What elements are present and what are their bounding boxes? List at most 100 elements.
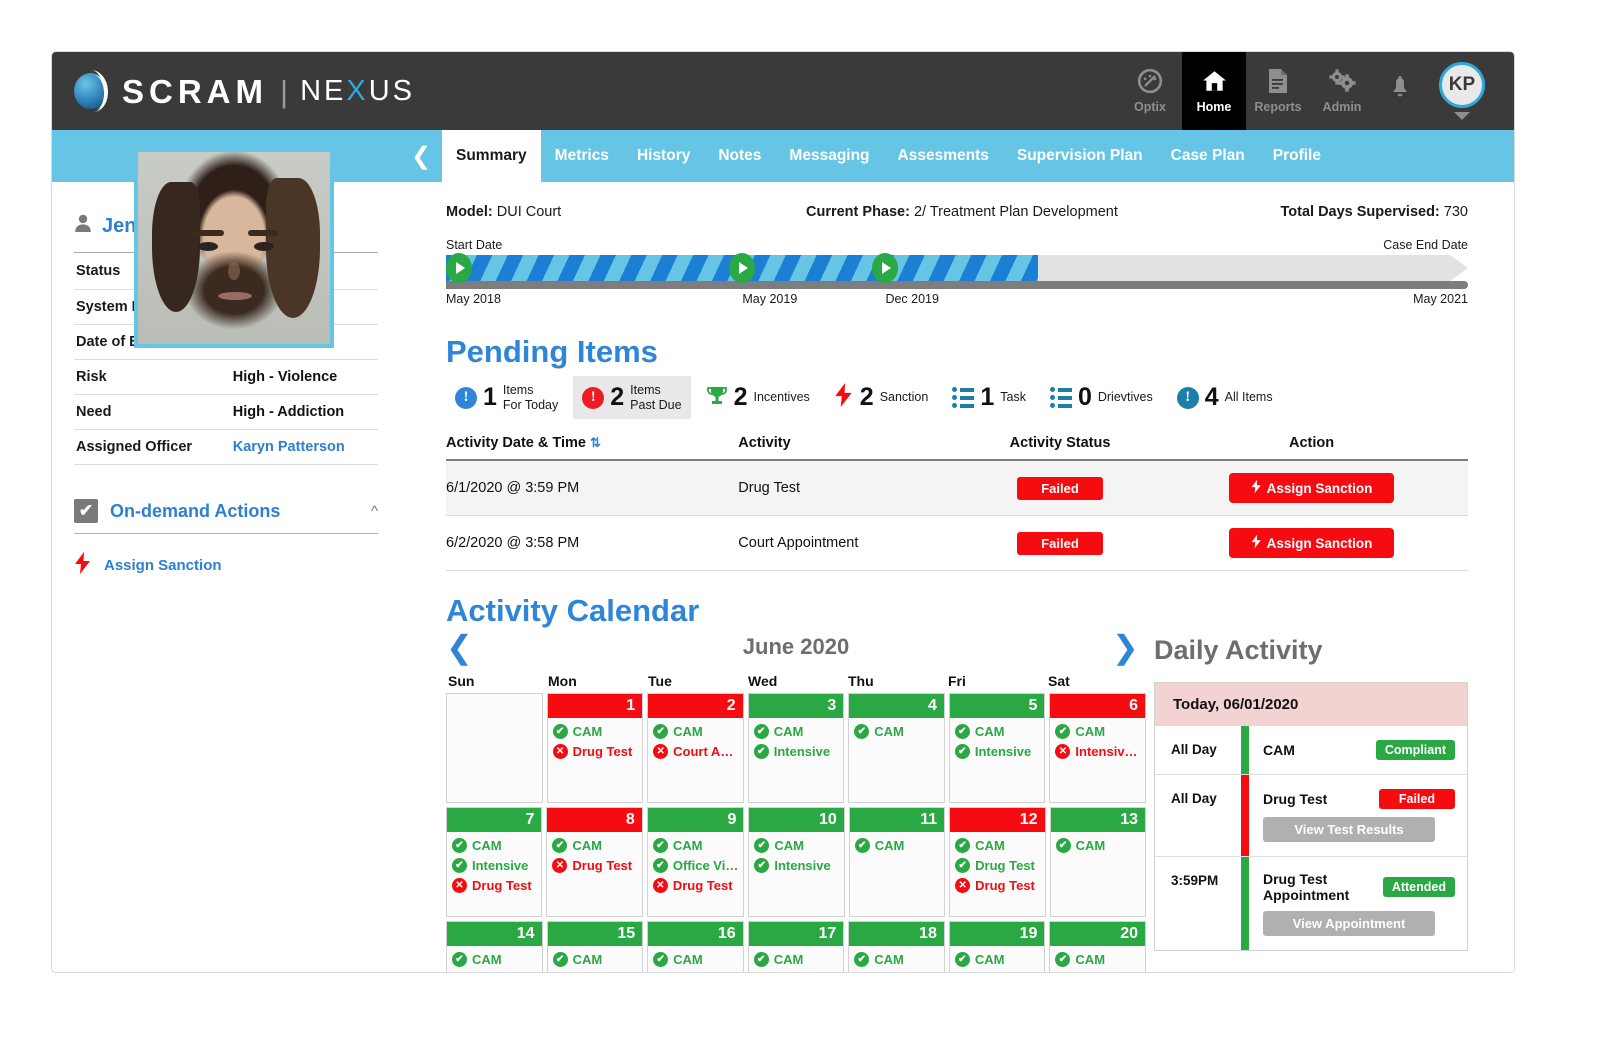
sort-icon[interactable]: ⇅ xyxy=(590,435,601,450)
tab-summary[interactable]: Summary xyxy=(442,130,541,182)
nav-item-admin[interactable]: Admin xyxy=(1310,52,1374,130)
tab-messaging[interactable]: Messaging xyxy=(775,130,883,182)
tab-history[interactable]: History xyxy=(623,130,704,182)
tab-supervision-plan[interactable]: Supervision Plan xyxy=(1003,130,1157,182)
calendar-event-label: CAM xyxy=(875,838,905,853)
calendar-day[interactable]: 7✔CAM✔Intensive✕Drug Test xyxy=(446,807,542,917)
assign-sanction-button[interactable]: Assign Sanction xyxy=(1229,473,1395,503)
check-circle-icon: ✔ xyxy=(754,838,769,853)
calendar-day[interactable]: 1✔CAM✕Drug Test xyxy=(547,693,644,803)
calendar-day[interactable]: 17✔CAM xyxy=(748,921,845,972)
tab-metrics[interactable]: Metrics xyxy=(541,130,623,182)
calendar-event[interactable]: ✕Intensiv… xyxy=(1055,744,1140,759)
calendar-day[interactable]: 19✔CAM xyxy=(949,921,1046,972)
calendar-event[interactable]: ✔Office Vi… xyxy=(653,858,739,873)
tab-case-plan[interactable]: Case Plan xyxy=(1157,130,1259,182)
calendar-event[interactable]: ✕Court A… xyxy=(653,744,738,759)
calendar-event[interactable]: ✔CAM xyxy=(553,952,638,967)
nav-item-home[interactable]: Home xyxy=(1182,52,1246,130)
activity-calendar-header: Activity Calendar xyxy=(400,571,1514,629)
calendar-event[interactable]: ✔CAM xyxy=(1055,724,1140,739)
calendar-event[interactable]: ✔CAM xyxy=(552,838,636,853)
tab-profile[interactable]: Profile xyxy=(1259,130,1335,182)
daily-activity-action-button[interactable]: View Test Results xyxy=(1263,817,1435,842)
stat-filter-incentives[interactable]: 2Incentives xyxy=(697,378,819,418)
calendar-day[interactable]: 15✔CAM xyxy=(547,921,644,972)
chevron-right-icon[interactable]: ❯ xyxy=(1112,631,1146,663)
calendar-event[interactable]: ✕Drug Test xyxy=(553,744,638,759)
assign-sanction-button[interactable]: Assign Sanction xyxy=(1229,528,1395,558)
calendar-event[interactable]: ✔CAM xyxy=(452,838,536,853)
on-demand-actions-header[interactable]: ✔ On-demand Actions ^ xyxy=(74,499,378,523)
calendar-event[interactable]: ✔CAM xyxy=(854,952,939,967)
calendar-day[interactable]: 14✔CAM xyxy=(446,921,543,972)
on-demand-action-item[interactable]: Assign Sanction xyxy=(74,548,378,583)
col-activity-status[interactable]: Activity Status xyxy=(965,429,1155,460)
calendar-event[interactable]: ✕Drug Test xyxy=(452,878,536,893)
calendar-day[interactable]: 16✔CAM xyxy=(647,921,744,972)
timeline-milestone-marker[interactable] xyxy=(446,253,472,283)
calendar-day[interactable]: 20✔CAM xyxy=(1049,921,1146,972)
calendar-event[interactable]: ✔CAM xyxy=(653,724,738,739)
calendar-day[interactable]: 2✔CAM✕Court A… xyxy=(647,693,744,803)
user-menu[interactable]: KP xyxy=(1426,52,1498,130)
chevron-up-icon[interactable]: ^ xyxy=(371,503,378,520)
brand-logo[interactable]: SCRAM | NEXUS xyxy=(52,69,415,113)
stat-filter-task[interactable]: 1Task xyxy=(943,378,1035,417)
nav-item-optix[interactable]: Optix xyxy=(1118,52,1182,130)
calendar-day[interactable]: 10✔CAM✔Intensive xyxy=(748,807,844,917)
tab-notes[interactable]: Notes xyxy=(704,130,775,182)
calendar-day[interactable]: 6✔CAM✕Intensiv… xyxy=(1049,693,1146,803)
calendar-day[interactable]: 8✔CAM✕Drug Test xyxy=(546,807,642,917)
calendar-event[interactable]: ✔CAM xyxy=(452,952,537,967)
nav-item-reports[interactable]: Reports xyxy=(1246,52,1310,130)
calendar-event[interactable]: ✔CAM xyxy=(553,724,638,739)
calendar-day[interactable]: 12✔CAM✔Drug Test✕Drug Test xyxy=(949,807,1045,917)
calendar-event[interactable]: ✔CAM xyxy=(754,838,838,853)
calendar-event[interactable]: ✔Intensive xyxy=(754,744,839,759)
calendar-event[interactable]: ✕Drug Test xyxy=(653,878,739,893)
calendar-event[interactable]: ✔Intensive xyxy=(452,858,536,873)
calendar-event[interactable]: ✔Drug Test xyxy=(955,858,1039,873)
calendar-day[interactable]: 13✔CAM xyxy=(1050,807,1146,917)
calendar-event[interactable]: ✔CAM xyxy=(955,838,1039,853)
calendar-event[interactable]: ✔CAM xyxy=(754,724,839,739)
calendar-event[interactable]: ✔CAM xyxy=(1055,952,1140,967)
info-value[interactable]: Karyn Patterson xyxy=(225,430,378,465)
calendar-day[interactable]: 3✔CAM✔Intensive xyxy=(748,693,845,803)
stat-filter-items[interactable]: !2ItemsPast Due xyxy=(573,376,690,419)
calendar-event[interactable]: ✕Drug Test xyxy=(955,878,1039,893)
calendar-day[interactable]: 5✔CAM✔Intensive xyxy=(949,693,1046,803)
calendar-event[interactable]: ✔CAM xyxy=(955,952,1040,967)
stat-filter-sanction[interactable]: 2Sanction xyxy=(825,376,938,419)
notifications-button[interactable] xyxy=(1374,52,1426,130)
calendar-day[interactable]: 4✔CAM xyxy=(848,693,945,803)
chevron-left-icon[interactable]: ❮ xyxy=(446,631,480,663)
calendar-event[interactable]: ✔Intensive xyxy=(955,744,1040,759)
info-row: Assigned OfficerKaryn Patterson xyxy=(74,430,378,465)
col-action[interactable]: Action xyxy=(1155,429,1468,460)
collapse-sidebar-button[interactable]: ❮ xyxy=(400,130,442,182)
calendar-event[interactable]: ✕Drug Test xyxy=(552,858,636,873)
calendar-event[interactable]: ✔CAM xyxy=(1056,838,1140,853)
calendar-event[interactable]: ✔CAM xyxy=(855,838,939,853)
calendar-and-daily-area: ❮ June 2020 ❯ SunMonTueWedThuFriSat 1✔CA… xyxy=(400,629,1514,972)
stat-filter-drievtives[interactable]: 0Drievtives xyxy=(1041,378,1162,417)
stat-filter-items[interactable]: !1ItemsFor Today xyxy=(446,376,567,419)
checkbox-icon[interactable]: ✔ xyxy=(74,499,98,523)
calendar-event[interactable]: ✔CAM xyxy=(653,838,739,853)
calendar-event[interactable]: ✔Intensive xyxy=(754,858,838,873)
tab-assesments[interactable]: Assesments xyxy=(884,130,1003,182)
calendar-event[interactable]: ✔CAM xyxy=(754,952,839,967)
daily-activity-action-button[interactable]: View Appointment xyxy=(1263,911,1435,936)
calendar-day[interactable]: 9✔CAM✔Office Vi…✕Drug Test xyxy=(647,807,745,917)
col-activity[interactable]: Activity xyxy=(738,429,965,460)
timeline-bar[interactable] xyxy=(446,255,1468,281)
calendar-event[interactable]: ✔CAM xyxy=(955,724,1040,739)
calendar-day[interactable]: 18✔CAM xyxy=(848,921,945,972)
calendar-day[interactable]: 11✔CAM xyxy=(849,807,945,917)
stat-filter-all-items[interactable]: !4All Items xyxy=(1168,378,1282,417)
calendar-event[interactable]: ✔CAM xyxy=(653,952,738,967)
col-activity-datetime[interactable]: Activity Date & Time⇅ xyxy=(446,429,738,460)
calendar-event[interactable]: ✔CAM xyxy=(854,724,939,739)
